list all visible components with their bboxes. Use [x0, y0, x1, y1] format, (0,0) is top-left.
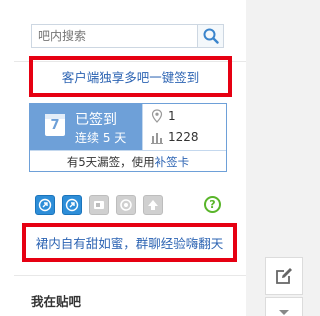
section-divider — [14, 275, 246, 276]
tool-icon-5[interactable] — [143, 195, 163, 215]
edit-post-button[interactable] — [265, 257, 303, 295]
client-sign-link[interactable]: 客户端独享多吧一键签到 — [62, 67, 200, 86]
rank-stat: 1 — [151, 109, 176, 123]
section-title: 我在贴吧 — [31, 294, 82, 309]
count-stat: 1228 — [151, 130, 199, 144]
group-chat-link[interactable]: 裙内自有甜如蜜，群聊经验嗨翻天 — [36, 233, 224, 252]
scroll-down-button[interactable] — [265, 297, 303, 316]
search-input[interactable] — [32, 25, 209, 47]
help-icon[interactable]: ? — [204, 196, 221, 213]
arrow-badge-icon — [38, 198, 52, 212]
edit-icon — [276, 268, 292, 284]
rank-value: 1 — [168, 109, 176, 123]
arrow-badge-icon — [65, 198, 79, 212]
location-pin-icon — [151, 109, 163, 123]
sign-in-card: 7 已签到 连续 5 天 1 1228 有5天漏签，使用 补签卡 — [29, 103, 227, 172]
makeup-sign-hint: 有5天漏签，使用 补签卡 — [30, 150, 226, 172]
card-badge-icon — [94, 201, 104, 209]
chevron-down-icon — [279, 310, 289, 315]
circle-badge-icon — [120, 199, 132, 211]
tool-icon-3[interactable] — [89, 195, 109, 215]
count-value: 1228 — [168, 130, 199, 144]
search-field[interactable] — [31, 24, 209, 48]
sidebar-panel: 客户端独享多吧一键签到 7 已签到 连续 5 天 1 — [0, 0, 246, 316]
hint-text: 有5天漏签，使用 — [66, 154, 155, 169]
tool-icon-4[interactable] — [116, 195, 136, 215]
tool-icon-2[interactable] — [62, 195, 82, 215]
tool-icon-1[interactable] — [35, 195, 55, 215]
user-count-icon — [151, 133, 163, 144]
calendar-icon: 7 — [45, 114, 65, 136]
up-arrow-badge-icon — [148, 200, 158, 210]
tool-icon-row — [35, 195, 170, 215]
sign-stats: 1 1228 — [142, 104, 227, 150]
search-button[interactable] — [197, 24, 224, 48]
highlight-box-group-chat: 裙内自有甜如蜜，群聊经验嗨翻天 — [22, 223, 237, 262]
highlight-box-client-sign: 客户端独享多吧一键签到 — [29, 56, 232, 97]
signed-label: 已签到 — [75, 112, 117, 128]
signed-status-button[interactable]: 7 已签到 连续 5 天 — [30, 104, 142, 150]
makeup-card-link[interactable]: 补签卡 — [155, 154, 190, 170]
search-icon — [203, 28, 219, 44]
streak-label: 连续 5 天 — [75, 131, 127, 145]
